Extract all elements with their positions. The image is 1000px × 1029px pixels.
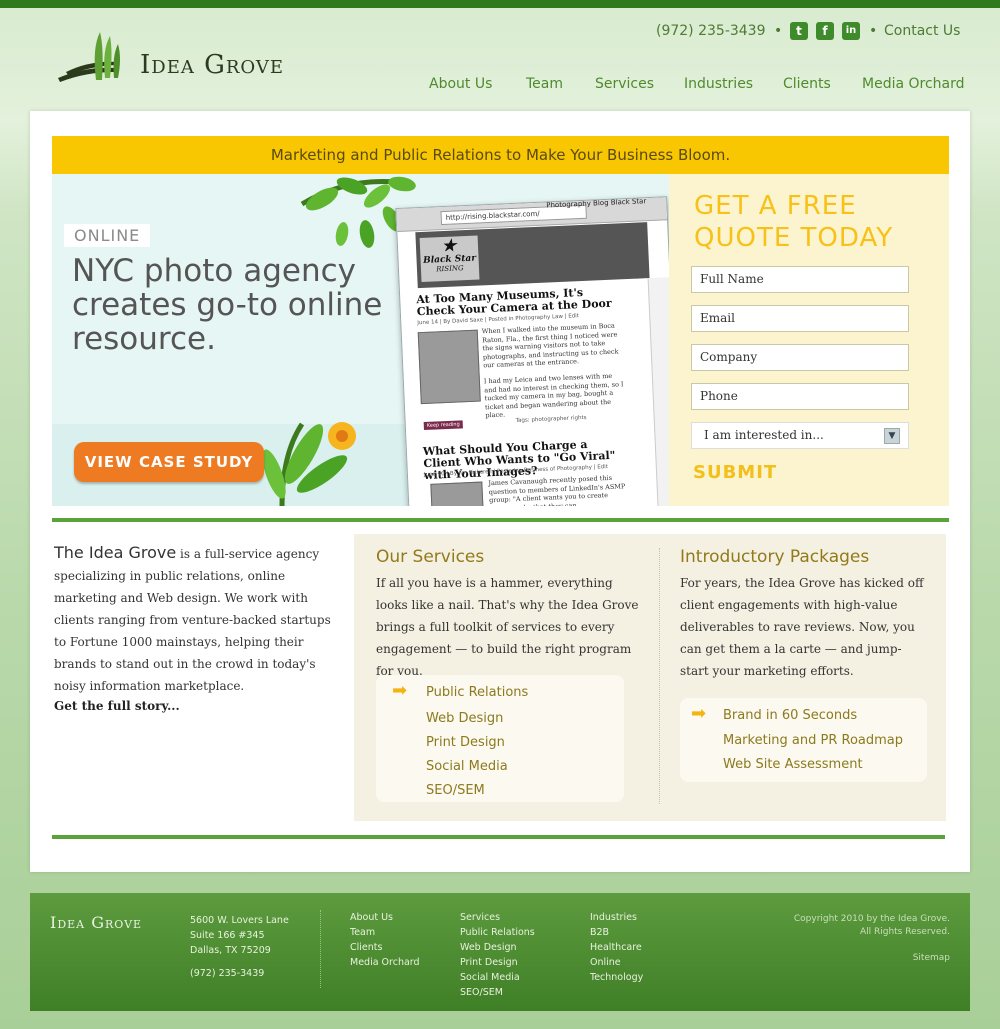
footer-address: 5600 W. Lovers Lane Suite 166 #345 Dalla… [190,913,289,981]
nav-media-orchard[interactable]: Media Orchard [862,76,965,92]
divider [52,835,945,839]
footer-link-clients[interactable]: Clients [350,940,420,955]
footer-link-web-design[interactable]: Web Design [460,940,535,955]
package-web-site-assessment[interactable]: Web Site Assessment [723,757,863,772]
address-line: Suite 166 #345 [190,930,265,941]
hero-headline: NYC photo agency creates go-to online re… [72,253,383,357]
brand-name: Idea Grove [140,50,285,80]
services-heading: Our Services [376,547,485,567]
hero-banner: ONLINE NYC photo agency creates go-to on… [52,174,669,506]
package-brand-in-60-seconds[interactable]: Brand in 60 Seconds [723,708,857,723]
linkedin-icon[interactable]: in [842,22,860,40]
column-divider [659,548,660,804]
service-seo-sem[interactable]: SEO/SEM [426,783,485,798]
keep-reading-button: Keep reading [423,420,463,431]
footer-link-team[interactable]: Team [350,925,420,940]
divider [52,518,949,522]
post-excerpt: I had my Leica and two lenses with me an… [483,371,624,420]
blog-sidebar [647,277,669,506]
arrow-right-icon: ➡ [392,680,408,701]
nav-about-us[interactable]: About Us [429,76,492,92]
footer-link-social-media[interactable]: Social Media [460,970,535,985]
footer-col-services: Services Public Relations Web Design Pri… [460,910,535,1000]
footer-link-print-design[interactable]: Print Design [460,955,535,970]
arrow-right-icon: ➡ [691,703,707,724]
footer-col-industries: Industries B2B Healthcare Online Technol… [590,910,643,985]
footer-phone: (972) 235-3439 [190,968,265,979]
facebook-icon[interactable]: f [816,22,834,40]
footer-link-about-us[interactable]: About Us [350,910,420,925]
grove-logo-icon [58,32,120,82]
address-line: 5600 W. Lovers Lane [190,915,289,926]
footer-divider [320,910,321,988]
service-public-relations[interactable]: Public Relations [426,685,528,700]
sitemap-link[interactable]: Sitemap [794,952,950,965]
footer-copyright: Copyright 2010 by the Idea Grove. All Ri… [794,913,950,965]
case-study-screenshot: http://rising.blackstar.com/ Photography… [395,196,669,506]
footer-link-services[interactable]: Services [460,910,535,925]
nav-clients[interactable]: Clients [783,76,831,92]
quote-heading-line: GET A FREE [694,191,857,221]
quote-form: GET A FREE QUOTE TODAY Full Name Email C… [669,174,949,506]
interest-select-value: I am interested in... [704,428,824,442]
quote-heading-line: QUOTE TODAY [694,223,894,253]
nav-industries[interactable]: Industries [684,76,753,92]
footer-link-media-orchard[interactable]: Media Orchard [350,955,420,970]
quote-heading: GET A FREE QUOTE TODAY [694,190,893,254]
interest-select[interactable]: I am interested in... ▼ [691,422,909,449]
top-bar [0,0,1000,8]
phone-field[interactable]: Phone [691,383,909,410]
footer-link-online[interactable]: Online [590,955,643,970]
view-case-study-button[interactable]: VIEW CASE STUDY [74,442,264,482]
full-story-link[interactable]: Get the full story... [54,699,180,713]
packages-heading: Introductory Packages [680,547,870,567]
logo[interactable]: Idea Grove [56,28,316,88]
separator-dot: • [869,23,878,39]
package-marketing-roadmap[interactable]: Marketing and PR Roadmap [723,733,903,748]
tagline-banner: Marketing and Public Relations to Make Y… [52,136,949,174]
footer-link-industries[interactable]: Industries [590,910,643,925]
nav-team[interactable]: Team [526,76,563,92]
copyright-line: All Rights Reserved. [859,927,950,937]
service-web-design[interactable]: Web Design [426,711,503,726]
packages-text: For years, the Idea Grove has kicked off… [680,576,924,678]
hero-category-label: ONLINE [64,224,151,247]
footer-link-public-relations[interactable]: Public Relations [460,925,535,940]
service-social-media[interactable]: Social Media [426,759,508,774]
blackstar-logo: ★ Black Star RISING [419,235,480,283]
footer-brand[interactable]: Idea Grove [50,913,142,932]
email-field[interactable]: Email [691,305,909,332]
header-phone[interactable]: (972) 235-3439 [656,23,766,39]
intro-body: is a full-service agency specializing in… [54,547,331,693]
post-excerpt: James Cavanaugh recently posed this ques… [488,473,626,506]
service-print-design[interactable]: Print Design [426,735,505,750]
twitter-icon[interactable]: t [790,22,808,40]
footer-col-about: About Us Team Clients Media Orchard [350,910,420,970]
nav-services[interactable]: Services [595,76,654,92]
post-excerpt: When I walked into the museum in Boca Ra… [481,321,619,370]
chevron-down-icon: ▼ [884,428,900,444]
services-text: If all you have is a hammer, everything … [376,576,639,678]
footer-link-seo-sem[interactable]: SEO/SEM [460,985,535,1000]
company-field[interactable]: Company [691,344,909,371]
intro-lead: The Idea Grove [54,543,177,562]
address-line: Dallas, TX 75209 [190,945,271,956]
author-photo [417,329,481,405]
full-name-field[interactable]: Full Name [691,266,909,293]
copyright-line: Copyright 2010 by the Idea Grove. [793,914,950,924]
footer-link-b2b[interactable]: B2B [590,925,643,940]
separator-dot: • [774,23,783,39]
author-photo [430,481,485,506]
submit-button[interactable]: SUBMIT [693,462,777,483]
footer-link-healthcare[interactable]: Healthcare [590,940,643,955]
contact-us-link[interactable]: Contact Us [884,23,960,39]
post-title: At Too Many Museums, It's Check Your Cam… [416,285,612,319]
intro-text: The Idea Grove is a full-service agency … [54,542,338,697]
footer-link-technology[interactable]: Technology [590,970,643,985]
